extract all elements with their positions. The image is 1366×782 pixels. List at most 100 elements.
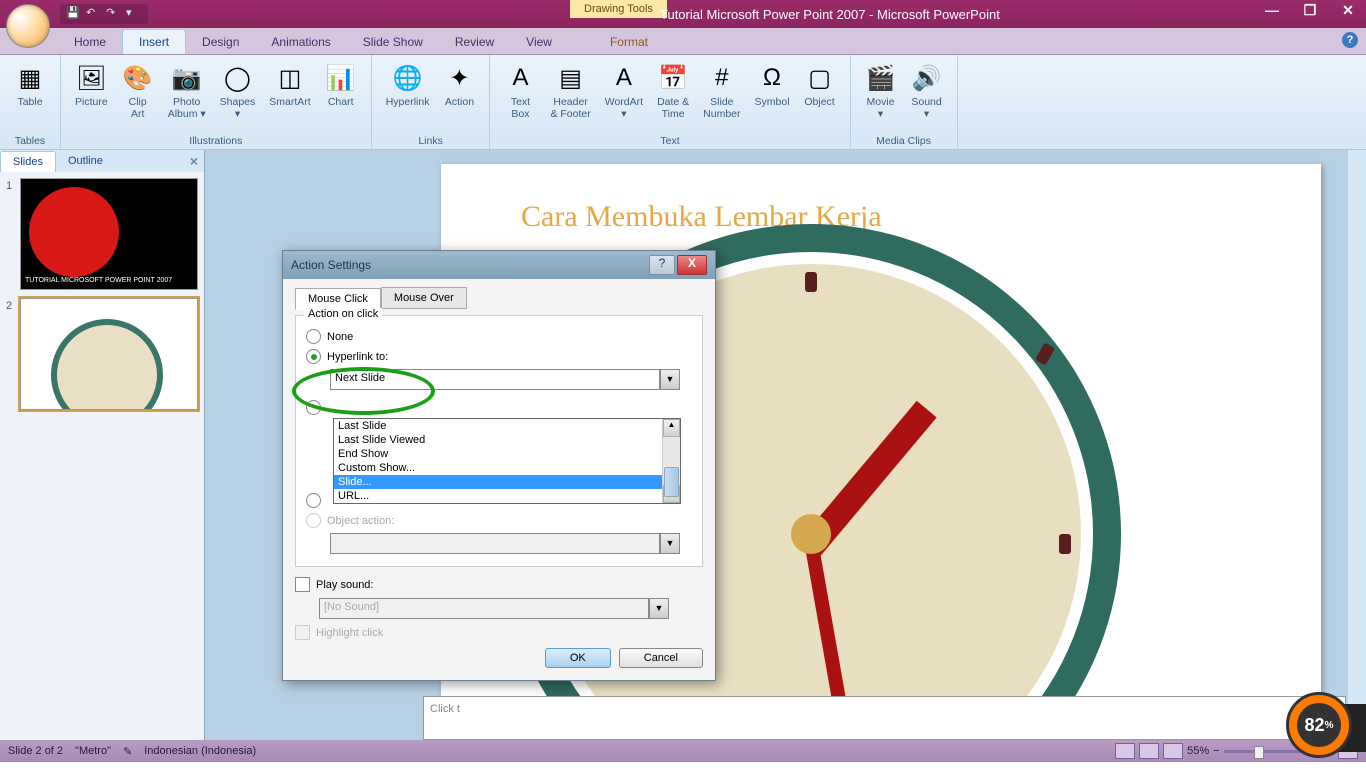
ribbon-date-time[interactable]: 📅Date &Time [651,58,695,124]
radio-none-label: None [327,331,353,343]
zoom-percent[interactable]: 55% [1187,745,1209,757]
ribbon-table[interactable]: ▦Table [8,58,52,112]
spellcheck-icon[interactable]: ✎ [123,745,132,758]
tab-format[interactable]: Format [594,30,664,54]
ribbon-group-illustrations: Illustrations [189,133,242,149]
dialog-tab-mouseclick[interactable]: Mouse Click [295,288,381,310]
quick-access-toolbar: 💾 ↶ ↷ ▾ [60,4,148,24]
ribbon-hyperlink[interactable]: 🌐Hyperlink [380,58,436,112]
ribbon-photo-album-[interactable]: 📷PhotoAlbum ▾ [162,58,212,124]
ribbon-text-box[interactable]: ATextBox [498,58,542,124]
status-bar: Slide 2 of 2 "Metro" ✎ Indonesian (Indon… [0,740,1366,762]
ribbon-slide-number[interactable]: #SlideNumber [697,58,746,124]
slide-panel: Slides Outline × 1 TUTORIAL MICROSOFT PO… [0,150,205,740]
hyperlink-dropdown-list[interactable]: Last SlideLast Slide ViewedEnd ShowCusto… [333,418,681,504]
ribbon-movie-[interactable]: 🎬Movie▾ [859,58,903,124]
wordart--icon: A [608,62,640,94]
smartart-icon: ◫ [274,62,306,94]
clip-art-icon: 🎨 [122,62,154,94]
photo-album--icon: 📷 [171,62,203,94]
close-button[interactable]: ✕ [1336,2,1360,20]
ribbon-symbol[interactable]: ΩSymbol [749,58,796,112]
overlay-badge: 82% [1286,692,1352,758]
tab-design[interactable]: Design [186,30,255,54]
slide-thumbnail-1[interactable]: TUTORIAL MICROSOFT POWER POINT 2007 [20,178,198,290]
fieldset-legend: Action on click [304,308,382,320]
ribbon-sound-[interactable]: 🔊Sound▾ [905,58,949,124]
dialog-tab-mouseover[interactable]: Mouse Over [381,287,467,309]
dropdown-item[interactable]: URL... [334,489,662,503]
view-normal-button[interactable] [1115,743,1135,759]
dropdown-item[interactable]: Slide... [334,475,662,489]
object-icon: ▢ [804,62,836,94]
panel-tab-outline[interactable]: Outline [56,151,115,171]
view-slideshow-button[interactable] [1163,743,1183,759]
list-scroll-track[interactable] [663,437,680,485]
undo-icon[interactable]: ↶ [86,6,102,22]
office-button[interactable] [6,4,50,48]
ribbon-wordart-[interactable]: AWordArt▾ [599,58,649,124]
dialog-help-button[interactable]: ? [649,255,675,275]
thumb-number-2: 2 [6,298,20,410]
maximize-button[interactable]: ❐ [1298,2,1322,20]
panel-close-icon[interactable]: × [190,153,198,169]
list-scroll-thumb[interactable] [664,467,679,497]
hyperlink-combo[interactable]: Next Slide [330,369,660,390]
highlight-click-label: Highlight click [316,627,383,639]
hyperlink-combo-dropdown-icon[interactable]: ▼ [660,369,680,390]
cancel-button[interactable]: Cancel [619,648,703,668]
ribbon-smartart[interactable]: ◫SmartArt [263,58,316,112]
radio-none[interactable] [306,329,321,344]
ribbon-chart[interactable]: 📊Chart [319,58,363,112]
slide-thumbnail-2[interactable] [20,298,198,410]
ribbon-picture[interactable]: 🖼Picture [69,58,114,112]
zoom-out-button[interactable]: − [1213,745,1219,757]
badge-value: 82 [1305,715,1325,736]
slide-number-icon: # [706,62,738,94]
action-icon: ✦ [443,62,475,94]
ribbon-header-footer[interactable]: ▤Header& Footer [544,58,596,124]
dropdown-item[interactable]: Custom Show... [334,461,662,475]
minimize-button[interactable]: — [1260,2,1284,20]
tab-animations[interactable]: Animations [255,30,346,54]
tab-review[interactable]: Review [439,30,510,54]
help-icon[interactable]: ? [1342,32,1358,48]
ribbon-action[interactable]: ✦Action [437,58,481,112]
dialog-title: Action Settings [291,258,371,272]
tab-insert[interactable]: Insert [122,29,186,54]
save-icon[interactable]: 💾 [66,6,82,22]
status-language[interactable]: Indonesian (Indonesia) [144,745,256,757]
window-title: Tutorial Microsoft Power Point 2007 - Mi… [660,7,1000,22]
dialog-close-button[interactable]: X [677,255,707,275]
ribbon-clip-art[interactable]: 🎨ClipArt [116,58,160,124]
ok-button[interactable]: OK [545,648,611,668]
dropdown-item[interactable]: Last Slide [334,419,662,433]
hyperlink-icon: 🌐 [392,62,424,94]
notes-pane[interactable]: Click t [423,696,1346,740]
ribbon-tabs: Home Insert Design Animations Slide Show… [0,28,1366,55]
status-slide-count: Slide 2 of 2 [8,745,63,757]
radio-run-program[interactable] [306,400,321,415]
tab-view[interactable]: View [510,30,568,54]
tab-home[interactable]: Home [58,30,122,54]
redo-icon[interactable]: ↷ [106,6,122,22]
panel-tab-slides[interactable]: Slides [0,151,56,172]
vertical-scrollbar[interactable] [1348,150,1366,710]
sound--icon: 🔊 [911,62,943,94]
checkbox-play-sound[interactable] [295,577,310,592]
list-scroll-up-icon[interactable]: ▲ [663,419,680,437]
ribbon-shapes-[interactable]: ◯Shapes▾ [214,58,262,124]
radio-hyperlink[interactable] [306,349,321,364]
contextual-tab-label: Drawing Tools [570,0,667,18]
table-icon: ▦ [14,62,46,94]
checkbox-highlight-click [295,625,310,640]
radio-run-macro[interactable] [306,493,321,508]
dropdown-item[interactable]: End Show [334,447,662,461]
dropdown-item[interactable]: Last Slide Viewed [334,433,662,447]
view-sorter-button[interactable] [1139,743,1159,759]
radio-object-label: Object action: [327,515,394,527]
tab-slideshow[interactable]: Slide Show [347,30,439,54]
ribbon-object[interactable]: ▢Object [798,58,842,112]
symbol-icon: Ω [756,62,788,94]
qat-dropdown-icon[interactable]: ▾ [126,6,142,22]
